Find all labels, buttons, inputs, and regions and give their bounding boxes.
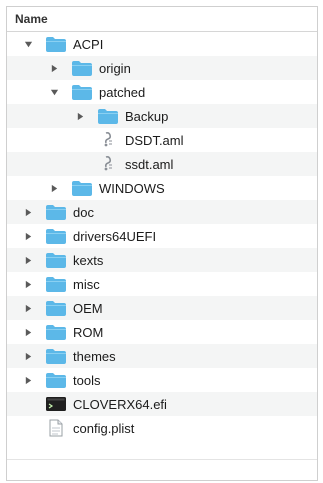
disclosure-collapsed-icon[interactable] [21, 325, 35, 339]
folder-icon [45, 323, 67, 341]
tree-row[interactable]: config.plist [7, 416, 317, 440]
item-label: themes [73, 348, 116, 364]
tree-node: ROM [21, 320, 103, 344]
folder-icon [45, 275, 67, 293]
tree-node: config.plist [21, 416, 134, 440]
tree-node: OEM [21, 296, 103, 320]
tree-row[interactable]: tools [7, 368, 317, 392]
disclosure-collapsed-icon[interactable] [47, 181, 61, 195]
tree-row[interactable]: origin [7, 56, 317, 80]
disclosure-collapsed-icon[interactable] [21, 205, 35, 219]
name-column-label: Name [15, 12, 48, 26]
item-label: patched [99, 84, 146, 100]
folder-icon [45, 299, 67, 317]
folder-icon [71, 179, 93, 197]
folder-icon [45, 227, 67, 245]
tree-row[interactable]: ssdt.aml [7, 152, 317, 176]
disclosure-collapsed-icon[interactable] [21, 349, 35, 363]
folder-icon [45, 35, 67, 53]
tree-node: themes [21, 344, 116, 368]
item-label: drivers64UEFI [73, 228, 157, 244]
tree-node: origin [47, 56, 131, 80]
disclosure-collapsed-icon[interactable] [21, 253, 35, 267]
item-label: DSDT.aml [125, 132, 184, 148]
tree-row[interactable]: OEM [7, 296, 317, 320]
folder-icon [45, 203, 67, 221]
name-column-header[interactable]: Name [7, 7, 317, 32]
item-label: tools [73, 372, 101, 388]
tree-node: CLOVERX64.efi [21, 392, 167, 416]
folder-icon [97, 107, 119, 125]
item-label: Backup [125, 108, 169, 124]
disclosure-collapsed-icon[interactable] [21, 277, 35, 291]
aml-file-icon [97, 131, 119, 149]
disclosure-collapsed-icon[interactable] [73, 109, 87, 123]
plist-file-icon [45, 419, 67, 437]
item-label: misc [73, 276, 100, 292]
item-label: kexts [73, 252, 104, 268]
aml-file-icon [97, 155, 119, 173]
disclosure-collapsed-icon[interactable] [21, 301, 35, 315]
item-label: origin [99, 60, 131, 76]
tree-node: doc [21, 200, 94, 224]
tree-row[interactable]: misc [7, 272, 317, 296]
disclosure-collapsed-icon[interactable] [21, 229, 35, 243]
tree-row[interactable]: drivers64UEFI [7, 224, 317, 248]
tree-node: kexts [21, 248, 103, 272]
tree-row[interactable]: Backup [7, 104, 317, 128]
tree-row[interactable]: themes [7, 344, 317, 368]
tree-node: DSDT.aml [73, 128, 184, 152]
item-label: CLOVERX64.efi [73, 396, 167, 412]
tree-node: WINDOWS [47, 176, 165, 200]
tree-node: ssdt.aml [73, 152, 173, 176]
disclosure-expanded-icon[interactable] [47, 85, 61, 99]
tree-row[interactable]: doc [7, 200, 317, 224]
tree-node: drivers64UEFI [21, 224, 156, 248]
tree-row[interactable]: ROM [7, 320, 317, 344]
tree-node: patched [47, 80, 145, 104]
list-bottom-divider [7, 459, 317, 460]
item-label: doc [73, 204, 94, 220]
disclosure-collapsed-icon[interactable] [47, 61, 61, 75]
folder-icon [71, 83, 93, 101]
tree-row[interactable]: ACPI [7, 32, 317, 56]
disclosure-collapsed-icon[interactable] [21, 373, 35, 387]
item-label: ACPI [73, 36, 104, 52]
tree-row[interactable]: CLOVERX64.efi [7, 392, 317, 416]
folder-icon [45, 347, 67, 365]
item-label: ROM [73, 324, 104, 340]
tree-node: ACPI [21, 32, 103, 56]
tree-row[interactable]: kexts [7, 248, 317, 272]
tree-row[interactable]: patched [7, 80, 317, 104]
tree-node: tools [21, 368, 100, 392]
item-label: config.plist [73, 420, 135, 436]
tree-row[interactable]: WINDOWS [7, 176, 317, 200]
item-label: ssdt.aml [125, 156, 174, 172]
tree-row[interactable]: DSDT.aml [7, 128, 317, 152]
disclosure-expanded-icon[interactable] [21, 37, 35, 51]
tree-node: Backup [73, 104, 168, 128]
item-label: WINDOWS [99, 180, 165, 196]
folder-icon [45, 371, 67, 389]
terminal-exec-icon [45, 395, 67, 413]
file-browser: Name ACPI origin patched Backup DSDT.aml… [6, 6, 318, 481]
tree-node: misc [21, 272, 100, 296]
item-label: OEM [73, 300, 103, 316]
folder-icon [45, 251, 67, 269]
folder-icon [71, 59, 93, 77]
